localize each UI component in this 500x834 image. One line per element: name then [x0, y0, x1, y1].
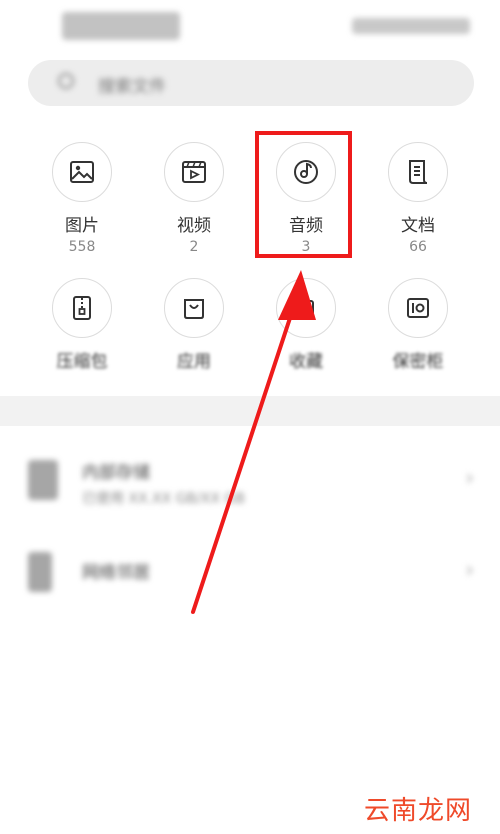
status-time [62, 12, 180, 40]
zip-icon [52, 278, 112, 338]
safe-icon [388, 278, 448, 338]
category-count: 2 [189, 239, 199, 255]
category-label: 视频 [177, 216, 211, 236]
storage-subtitle: 已使用 XX.XX GB/XX GB [82, 491, 245, 507]
category-label: 压缩包 [56, 352, 108, 372]
storage-internal[interactable]: 内部存储 已使用 XX.XX GB/XX GB › [0, 448, 500, 518]
search-placeholder: 搜索文件 [98, 77, 166, 97]
category-safe[interactable]: 保密柜 [368, 278, 468, 372]
category-favorites[interactable]: 收藏 [256, 278, 356, 372]
category-images[interactable]: 图片 558 [32, 142, 132, 255]
section-divider [0, 396, 500, 426]
network-icon [28, 552, 52, 592]
category-label: 文档 [401, 216, 435, 236]
watermark-text: 云南龙网 [364, 796, 473, 826]
video-icon [164, 142, 224, 202]
status-bar [0, 0, 500, 48]
category-count: 558 [68, 239, 96, 255]
category-documents[interactable]: 文档 66 [368, 142, 468, 255]
status-icons [352, 18, 470, 34]
document-icon [388, 142, 448, 202]
category-label: 应用 [177, 352, 211, 372]
storage-title: 网络邻居 [82, 563, 150, 583]
storage-title: 内部存储 [82, 463, 150, 483]
category-archives[interactable]: 压缩包 [32, 278, 132, 372]
highlight-box [255, 131, 352, 258]
category-label: 图片 [65, 216, 99, 236]
search-icon [58, 73, 74, 89]
chevron-right-icon: › [465, 466, 474, 491]
category-videos[interactable]: 视频 2 [144, 142, 244, 255]
shopping-bag-icon [164, 278, 224, 338]
chevron-right-icon: › [465, 558, 474, 583]
search-bar[interactable]: 搜索文件 [28, 60, 474, 106]
category-apps[interactable]: 应用 [144, 278, 244, 372]
category-label: 保密柜 [392, 352, 444, 372]
storage-network[interactable]: 网络邻居 › [0, 540, 500, 610]
star-icon [276, 278, 336, 338]
image-icon [52, 142, 112, 202]
category-count: 66 [409, 239, 427, 255]
phone-storage-icon [28, 460, 58, 500]
category-label: 收藏 [289, 352, 323, 372]
